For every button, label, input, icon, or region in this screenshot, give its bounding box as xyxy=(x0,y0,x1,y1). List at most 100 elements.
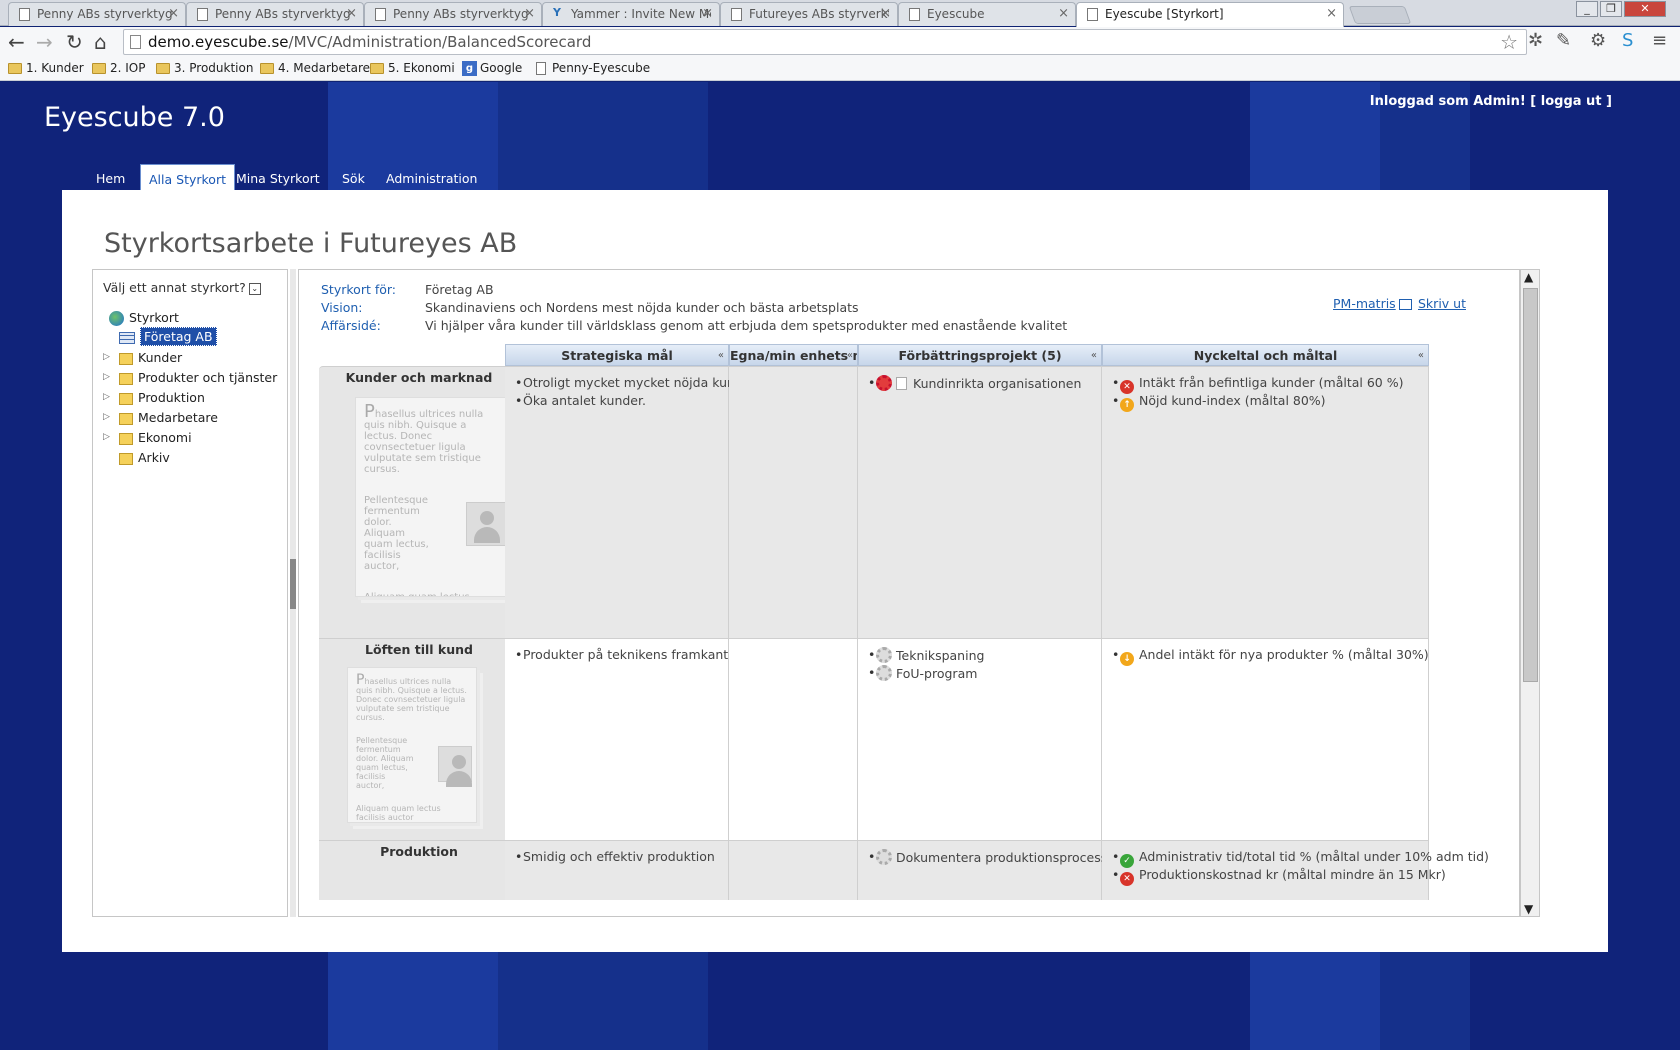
reload-icon[interactable]: ↻ xyxy=(66,30,83,54)
browser-tab[interactable]: Penny ABs styrverktyg - Ak× xyxy=(186,2,364,26)
project-item[interactable]: Kundinrikta organisationen xyxy=(868,375,1101,393)
column-header[interactable]: Egna/min enhets mål« xyxy=(729,344,858,366)
browser-tab-active[interactable]: Eyescube [Styrkort] × xyxy=(1076,2,1344,27)
skype-icon[interactable]: S xyxy=(1622,30,1633,51)
scrollbar-thumb[interactable] xyxy=(1523,288,1538,682)
forward-icon[interactable]: → xyxy=(36,30,53,54)
expand-arrow-icon[interactable]: ▷ xyxy=(103,392,110,402)
kpi-item[interactable]: ↓Andel intäkt för nya produkter % (målta… xyxy=(1112,647,1429,666)
bookmark[interactable]: 3. Produktion xyxy=(156,61,253,75)
print-link[interactable]: Skriv ut xyxy=(1399,296,1466,311)
tree-item-produktion[interactable]: ▷ Produktion xyxy=(103,390,205,405)
goal-item[interactable]: Öka antalet kunder. xyxy=(515,393,728,411)
nav-alla-styrkort[interactable]: Alla Styrkort xyxy=(140,164,235,192)
goal-item[interactable]: Produkter på teknikens framkant xyxy=(515,647,728,665)
kpi-item[interactable]: ✕Produktionskostnad kr (måltal mindre än… xyxy=(1112,867,1446,886)
browser-toolbar: ← → ↻ ⌂ demo.eyescube.se/MVC/Administrat… xyxy=(0,27,1680,57)
chevron-down-icon[interactable]: ⌄ xyxy=(248,282,261,295)
column-header[interactable]: Strategiska mål « xyxy=(505,344,729,366)
logout-link[interactable]: [ logga ut ] xyxy=(1530,94,1612,109)
browser-tab[interactable]: Eyescube × xyxy=(898,2,1076,26)
project-item[interactable]: Teknikspaning xyxy=(868,647,1101,665)
bookmark[interactable]: Penny-Eyescube xyxy=(534,61,650,75)
collapse-icon[interactable]: « xyxy=(1091,350,1097,361)
address-bar[interactable]: demo.eyescube.se/MVC/Administration/Bala… xyxy=(123,29,1527,55)
scroll-down-icon[interactable]: ▼ xyxy=(1524,902,1533,916)
content-panel: Styrkortsarbete i Futureyes AB Välj ett … xyxy=(62,190,1608,952)
nav-administration[interactable]: Administration xyxy=(378,164,485,192)
project-item[interactable]: FoU-program xyxy=(868,665,1101,683)
expand-arrow-icon[interactable]: ▷ xyxy=(103,352,110,362)
close-icon[interactable]: × xyxy=(702,6,713,21)
tree-root[interactable]: Styrkort xyxy=(109,310,179,326)
column-header[interactable]: Nyckeltal och måltal « xyxy=(1102,344,1429,366)
bookmark[interactable]: 5. Ekonomi xyxy=(370,61,455,75)
new-tab-button[interactable] xyxy=(1348,6,1412,24)
close-icon[interactable]: × xyxy=(346,6,357,21)
maximize-button[interactable]: ❐ xyxy=(1600,1,1622,17)
extension-icon[interactable]: ✲ xyxy=(1528,30,1543,51)
extension-icon[interactable]: ⚙ xyxy=(1590,30,1606,51)
expand-arrow-icon[interactable]: ▷ xyxy=(103,372,110,382)
tree-item-kunder[interactable]: ▷ Kunder xyxy=(103,350,182,365)
tree-item-arkiv[interactable]: Arkiv xyxy=(119,450,170,465)
nav-home[interactable]: Hem xyxy=(88,164,133,192)
column-header[interactable]: Förbättringsprojekt (5) « xyxy=(858,344,1102,366)
bookmark[interactable]: 1. Kunder xyxy=(8,61,84,75)
browser-tab[interactable]: YYammer : Invite New Mem× xyxy=(542,2,720,26)
browser-tab[interactable]: Penny ABs styrverktyg - Sta× xyxy=(8,2,186,26)
collapse-icon[interactable]: « xyxy=(718,350,724,361)
bookmark[interactable]: 4. Medarbetare xyxy=(260,61,370,75)
scroll-up-icon[interactable]: ▲ xyxy=(1524,270,1533,284)
back-icon[interactable]: ← xyxy=(8,30,25,54)
scorecard-view: Styrkort för: Företag AB Vision: Skandin… xyxy=(298,269,1520,917)
meta-label: Styrkort för: xyxy=(321,282,397,297)
vertical-scrollbar[interactable]: ▲ ▼ xyxy=(1520,269,1540,917)
pane-splitter[interactable] xyxy=(290,269,296,917)
folder-icon xyxy=(370,63,384,74)
expand-arrow-icon[interactable]: ▷ xyxy=(103,412,110,422)
page-icon xyxy=(19,8,30,21)
kpi-item[interactable]: ↑Nöjd kund-index (måltal 80%) xyxy=(1112,393,1428,412)
splitter-grip[interactable] xyxy=(290,559,296,609)
scorecard-chooser[interactable]: Välj ett annat styrkort? ⌄ xyxy=(103,280,261,295)
goal-item[interactable]: Smidig och effektiv produktion xyxy=(515,849,728,867)
gear-icon xyxy=(876,665,892,681)
close-icon[interactable]: × xyxy=(1326,6,1337,21)
browser-tab[interactable]: Futureyes ABs styrverktyg -× xyxy=(720,2,898,26)
browser-tab[interactable]: Penny ABs styrverktyg × xyxy=(364,2,542,26)
person-icon xyxy=(466,502,506,546)
close-window-button[interactable]: ✕ xyxy=(1624,1,1666,17)
page-icon xyxy=(197,8,208,21)
bookmark-star-icon[interactable]: ☆ xyxy=(1500,30,1518,54)
close-icon[interactable]: × xyxy=(880,6,891,21)
pm-matris-link[interactable]: PM-matris xyxy=(1333,296,1396,311)
kpi-item[interactable]: ✓Administrativ tid/total tid % (måltal u… xyxy=(1112,849,1489,868)
tree-item-medarbetare[interactable]: ▷ Medarbetare xyxy=(103,410,218,425)
bookmark[interactable]: 2. IOP xyxy=(92,61,145,75)
home-icon[interactable]: ⌂ xyxy=(94,30,107,54)
tree-item-ekonomi[interactable]: ▷ Ekonomi xyxy=(103,430,192,445)
expand-arrow-icon[interactable]: ▷ xyxy=(103,432,110,442)
close-icon[interactable]: × xyxy=(524,6,535,21)
minimize-button[interactable]: _ xyxy=(1576,1,1598,17)
collapse-icon[interactable]: « xyxy=(1418,350,1424,361)
goal-item[interactable]: Otroligt mycket mycket nöjda kunder xyxy=(515,375,756,393)
tree-item-selected[interactable]: Företag AB xyxy=(119,327,217,346)
extension-icon[interactable]: ✎ xyxy=(1556,30,1571,51)
scorecard-grid: Strategiska mål« Egna/min enhets mål« Fö… xyxy=(319,344,1499,916)
bookmark[interactable]: g Google xyxy=(462,61,522,76)
perspective-row-header: Produktion xyxy=(319,840,519,900)
project-item[interactable]: Dokumentera produktionsprocesserna xyxy=(868,849,1135,867)
nav-mina-styrkort[interactable]: Mina Styrkort xyxy=(228,164,328,192)
menu-icon[interactable]: ≡ xyxy=(1652,30,1667,51)
tree-item-produkter[interactable]: ▷ Produkter och tjänster xyxy=(103,370,277,385)
close-icon[interactable]: × xyxy=(168,6,179,21)
kpi-item[interactable]: ✕Intäkt från befintliga kunder (måltal 6… xyxy=(1112,375,1428,394)
meta-value: Företag AB xyxy=(425,282,494,297)
close-icon[interactable]: × xyxy=(1058,6,1069,21)
collapse-icon[interactable]: « xyxy=(847,350,853,361)
globe-icon xyxy=(109,311,124,326)
page-icon xyxy=(375,8,386,21)
nav-sok[interactable]: Sök xyxy=(334,164,373,192)
